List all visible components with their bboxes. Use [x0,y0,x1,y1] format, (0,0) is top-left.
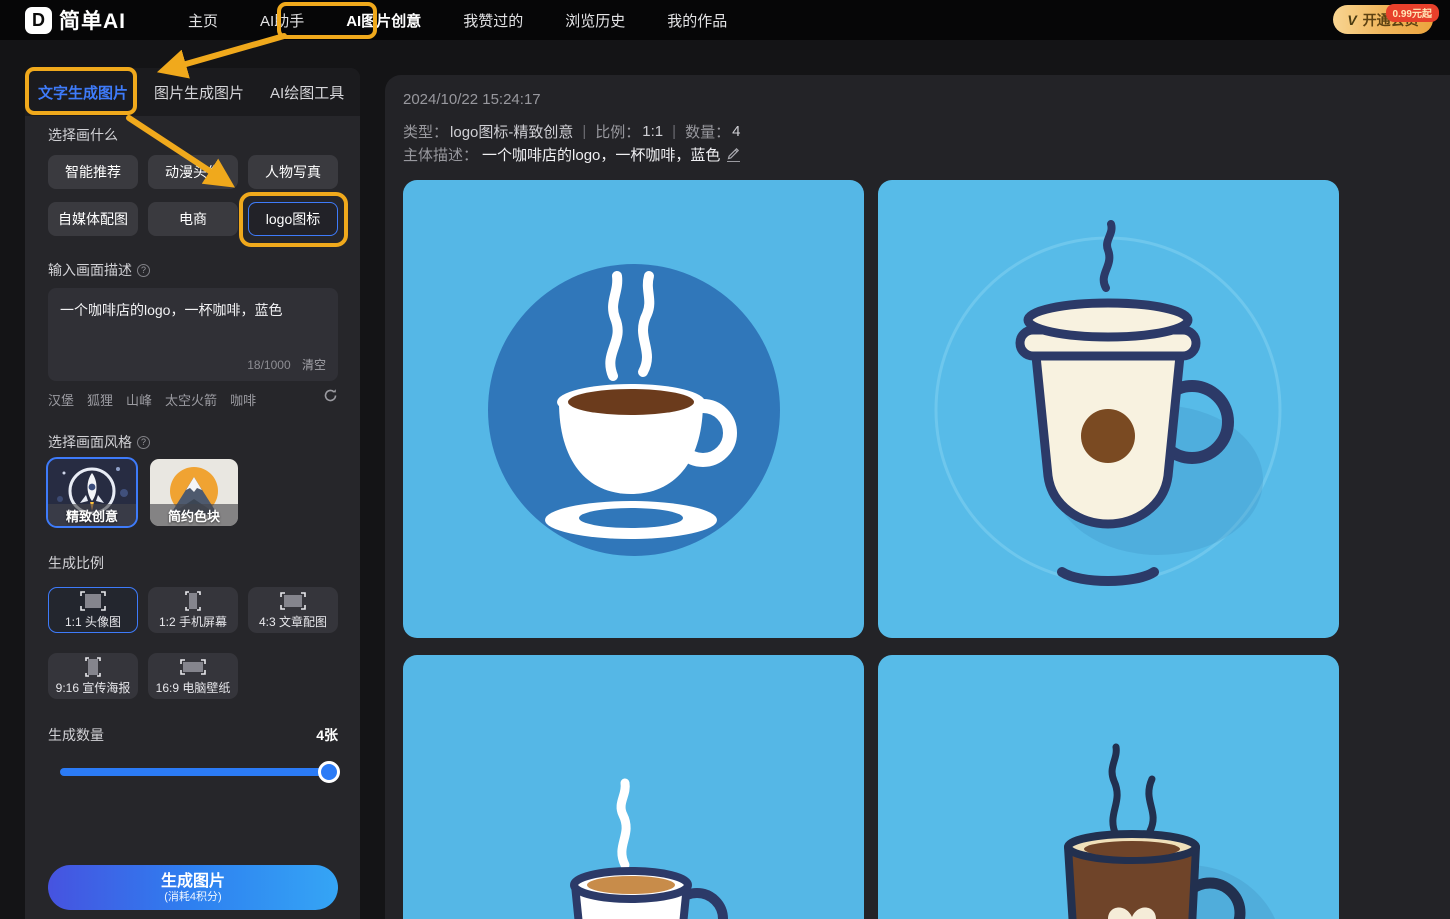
subject-portrait[interactable]: 人物写真 [248,155,338,189]
count-label: 数量： [685,124,731,141]
ratio-1-1-icon [80,590,106,611]
ratio-label: 1:2 手机屏幕 [158,614,228,629]
subject-smart-recommend[interactable]: 智能推荐 [48,155,138,189]
divider: | [672,123,677,140]
ratio-16-9-wallpaper[interactable]: 16:9 电脑壁纸 [148,653,238,699]
ratio-1-1-avatar[interactable]: 1:1 头像图 [48,587,138,633]
nav-item-my-works[interactable]: 我的作品 [667,10,727,31]
quantity-section-title: 生成数量 [48,727,104,743]
nav-menu: 主页 AI助手 AI图片创意 我赞过的 浏览历史 我的作品 [188,10,727,31]
style-card-refined-creative[interactable]: 精致创意 [46,457,138,528]
subject-ecommerce[interactable]: 电商 [148,202,238,236]
subject-description: 主体描述： 一个咖啡店的logo，一杯咖啡，蓝色 [403,144,741,165]
ratio-label: 比例： [595,124,641,141]
generation-sidebar: 文字生成图片 图片生成图片 AI绘图工具 选择画什么 智能推荐 动漫头像 人物写… [25,68,360,919]
generation-meta: 类型： logo图标-精致创意 | 比例： 1:1 | 数量： 4 [403,121,740,142]
nav-item-home[interactable]: 主页 [188,10,218,31]
style-label: 简约色块 [150,504,238,526]
vip-price-badge: 0.99元起 [1385,4,1439,22]
suggestion-burger[interactable]: 汉堡 [48,390,74,409]
quantity-value: 4张 [316,727,338,743]
suggestion-rocket[interactable]: 太空火箭 [165,390,217,409]
subject-anime-avatar[interactable]: 动漫头像 [148,155,238,189]
brand-logo[interactable]: D 简单AI [25,5,126,35]
count-value: 4 [732,123,741,140]
nav-item-my-likes[interactable]: 我赞过的 [463,10,523,31]
generation-timestamp: 2024/10/22 15:24:17 [403,91,541,108]
ratio-4-3-article[interactable]: 4:3 文章配图 [248,587,338,633]
suggestion-coffee[interactable]: 咖啡 [230,390,256,409]
type-value: logo图标-精致创意 [450,124,574,141]
suggestion-mountain[interactable]: 山峰 [126,390,152,409]
ratio-9-16-poster[interactable]: 9:16 宣传海报 [48,653,138,699]
prompt-section-title: 输入画面描述 ? [48,260,150,280]
generated-image-4[interactable] [878,655,1339,919]
type-label: 类型： [403,124,449,141]
ratio-4-3-icon [280,591,306,610]
description-value: 一个咖啡店的logo，一杯咖啡，蓝色 [482,147,721,164]
style-title-text: 选择画面风格 [48,434,132,450]
ratio-1-2-phone[interactable]: 1:2 手机屏幕 [148,587,238,633]
tab-text-to-image[interactable]: 文字生成图片 [38,82,128,103]
clear-prompt-button[interactable]: 清空 [302,358,326,372]
prompt-suggestions: 汉堡 狐狸 山峰 太空火箭 咖啡 [48,388,338,409]
prompt-input[interactable]: 一个咖啡店的logo，一杯咖啡，蓝色 [48,288,338,348]
top-nav-bar: D 简单AI 主页 AI助手 AI图片创意 我赞过的 浏览历史 我的作品 V 开… [0,0,1450,40]
suggestion-fox[interactable]: 狐狸 [87,390,113,409]
generate-button-label: 生成图片 [160,872,225,890]
subject-media-image[interactable]: 自媒体配图 [48,202,138,236]
ratio-1-2-icon [185,590,201,611]
prompt-box: 一个咖啡店的logo，一杯咖啡，蓝色 18/1000 清空 [48,288,338,381]
ratio-16-9-icon [180,658,206,675]
tab-ai-drawing-tools[interactable]: AI绘图工具 [270,82,344,103]
ratio-section-title: 生成比例 [48,555,104,571]
generate-button-cost: (消耗4积分) [164,890,222,903]
style-section-title: 选择画面风格 ? [48,432,150,452]
annotation-arrow-to-tab [156,33,287,79]
style-label: 精致创意 [48,504,136,526]
brand-name: 简单AI [59,10,126,33]
prompt-help-icon[interactable]: ? [137,263,150,277]
style-card-minimal-blocks[interactable]: 简约色块 [150,459,238,526]
ratio-value: 1:1 [642,123,664,140]
generate-images-button[interactable]: 生成图片 (消耗4积分) [48,865,338,910]
ratio-label: 1:1 头像图 [64,614,122,629]
nav-item-ai-assistant[interactable]: AI助手 [260,10,304,31]
subject-logo-icon[interactable]: logo图标 [248,202,338,236]
tab-image-to-image[interactable]: 图片生成图片 [154,82,244,103]
nav-item-ai-image-creation[interactable]: AI图片创意 [346,10,421,31]
description-label: 主体描述： [403,147,479,164]
nav-item-browse-history[interactable]: 浏览历史 [565,10,625,31]
edit-description-icon[interactable] [727,147,741,162]
generated-image-2[interactable] [878,180,1339,638]
refresh-suggestions-icon[interactable] [323,388,338,406]
ratio-label: 4:3 文章配图 [258,614,328,629]
ratio-9-16-icon [85,656,101,677]
sidebar-tabs: 文字生成图片 图片生成图片 AI绘图工具 [25,68,360,116]
ratio-label: 9:16 宣传海报 [55,680,131,695]
results-panel: 2024/10/22 15:24:17 类型： logo图标-精致创意 | 比例… [385,75,1450,919]
ratio-label: 16:9 电脑壁纸 [155,680,231,695]
brand-d-icon: D [25,6,52,34]
quantity-slider-thumb[interactable] [318,761,340,783]
generated-image-1[interactable] [403,180,864,638]
prompt-footer: 18/1000 清空 [247,356,326,373]
prompt-title-text: 输入画面描述 [48,262,132,278]
style-help-icon[interactable]: ? [137,435,150,449]
subject-section-title: 选择画什么 [48,127,118,143]
quantity-slider[interactable] [60,761,340,783]
vip-membership-button[interactable]: V 开通会员 0.99元起 [1333,4,1439,34]
divider: | [582,123,587,140]
generated-image-3[interactable] [403,655,864,919]
vip-v-icon: V [1347,11,1357,28]
char-counter: 18/1000 [247,358,291,372]
